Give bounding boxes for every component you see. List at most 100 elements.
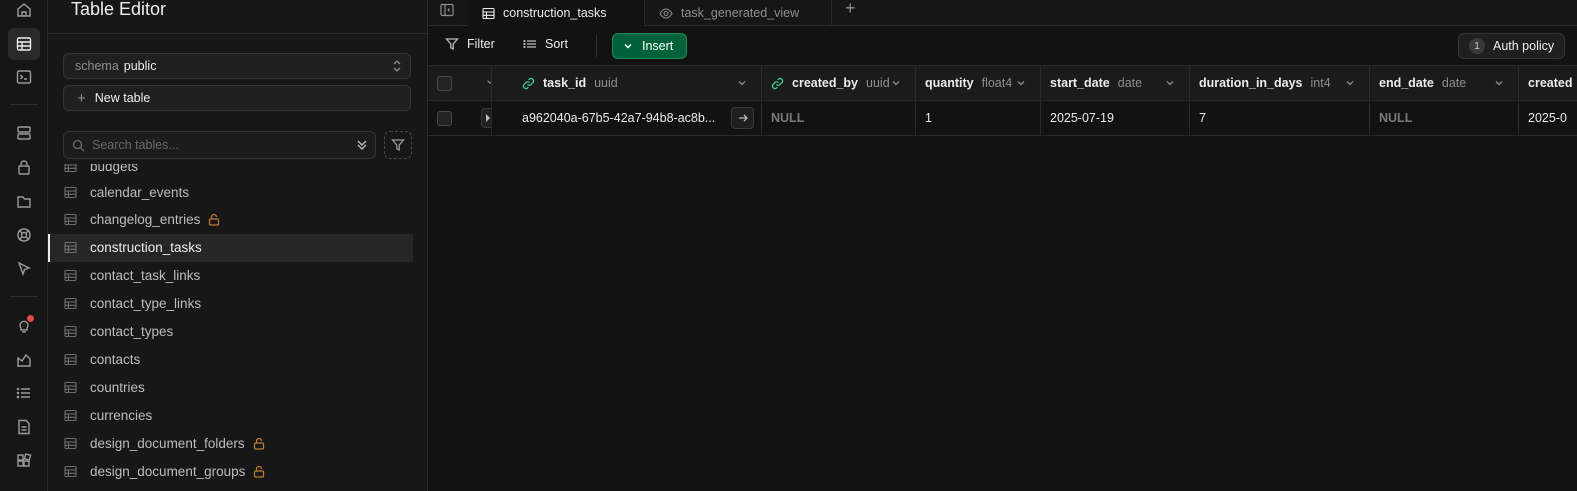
chevron-down-icon[interactable] xyxy=(737,78,747,88)
cell-end-date[interactable]: NULL xyxy=(1370,101,1519,135)
table-icon xyxy=(64,297,77,310)
sidebar-collapse-icon[interactable] xyxy=(440,0,458,20)
list-item[interactable]: contacts xyxy=(48,345,413,373)
go-to-reference-button[interactable] xyxy=(731,107,754,129)
filter-tables-button[interactable] xyxy=(384,131,412,159)
column-header-start-date[interactable]: start_date date xyxy=(1041,66,1190,100)
list-item[interactable]: calendar_events xyxy=(48,178,413,206)
home-icon[interactable] xyxy=(8,0,40,26)
column-header-quantity[interactable]: quantity float4 xyxy=(916,66,1041,100)
column-header-duration-in-days[interactable]: duration_in_days int4 xyxy=(1190,66,1370,100)
list-item[interactable]: currencies xyxy=(48,401,413,429)
chevron-down-icon[interactable] xyxy=(1165,78,1175,88)
cell-value: 1 xyxy=(925,111,932,125)
select-all-checkbox[interactable] xyxy=(437,75,452,91)
sort-button[interactable]: Sort xyxy=(523,37,568,51)
auth-lock-icon[interactable] xyxy=(8,151,40,183)
sql-editor-icon[interactable] xyxy=(8,61,40,93)
column-type: uuid xyxy=(594,76,618,90)
table-row: a962040a-67b5-42a7-94b8-ac8b... NULL 1 2025… xyxy=(428,101,1577,136)
list-item[interactable]: contact_type_links xyxy=(48,290,413,318)
main-area: construction_tasks task_generated_view +… xyxy=(428,0,1577,491)
column-header-created[interactable]: created xyxy=(1519,66,1577,100)
unlocked-padlock-icon xyxy=(253,465,265,478)
cell-value: 2025-0 xyxy=(1528,111,1567,125)
list-item[interactable]: design_document_folders xyxy=(48,429,413,457)
filter-label: Filter xyxy=(467,37,495,51)
foreign-key-link-icon xyxy=(522,77,535,90)
plus-icon: + xyxy=(77,89,86,107)
table-icon xyxy=(64,241,77,254)
table-item-label: budgets xyxy=(90,164,139,174)
list-item[interactable]: changelog_entries xyxy=(48,206,413,234)
insert-button[interactable]: Insert xyxy=(612,33,687,59)
expand-row-wrap xyxy=(481,108,491,128)
table-icon xyxy=(64,213,77,226)
table-item-label: calendar_events xyxy=(90,184,190,200)
column-header-task-id[interactable]: task_id uuid xyxy=(513,66,762,100)
chevron-down-icon[interactable] xyxy=(1345,78,1355,88)
column-header-end-date[interactable]: end_date date xyxy=(1370,66,1519,100)
insert-label: Insert xyxy=(642,39,674,53)
tab-construction-tasks[interactable]: construction_tasks xyxy=(468,0,645,26)
table-item-label: contact_type_links xyxy=(90,296,202,312)
toolbar-divider xyxy=(596,35,597,57)
auth-policy-button[interactable]: 1 Auth policy xyxy=(1458,33,1565,59)
list-item[interactable]: countries xyxy=(48,373,413,401)
list-item[interactable]: design_document_groups xyxy=(48,457,413,485)
logs-list-icon[interactable] xyxy=(8,377,40,409)
new-table-label: New table xyxy=(94,91,151,105)
rail-divider xyxy=(10,296,38,297)
new-table-button[interactable]: + New table xyxy=(63,85,411,111)
table-icon xyxy=(64,381,77,394)
sidebar-title: Table Editor xyxy=(71,0,167,19)
table-icon xyxy=(64,409,77,422)
reports-chart-icon[interactable] xyxy=(8,344,40,376)
schema-select[interactable]: schema public xyxy=(63,53,411,79)
expand-row-button[interactable] xyxy=(481,108,491,128)
column-header-created-by[interactable]: created_by uuid xyxy=(762,66,916,100)
chevron-down-icon xyxy=(623,41,633,51)
table-item-label: changelog_entries xyxy=(90,212,201,228)
cursor-icon[interactable] xyxy=(8,253,40,285)
table-editor-sidebar: Table Editor schema public + New table b… xyxy=(48,0,475,491)
cell-created-by[interactable]: NULL xyxy=(762,101,916,135)
advisor-lightbulb-icon[interactable] xyxy=(8,310,40,342)
table-icon xyxy=(64,465,77,478)
cell-created[interactable]: 2025-0 xyxy=(1519,101,1577,135)
table-item-label: contact_types xyxy=(90,324,174,339)
search-tables-input[interactable] xyxy=(92,138,342,152)
storage-icon[interactable] xyxy=(8,185,40,217)
chevron-down-icon[interactable] xyxy=(891,78,901,88)
realtime-icon[interactable] xyxy=(8,219,40,251)
list-item[interactable]: contact_types xyxy=(48,318,413,346)
chevron-down-icon[interactable] xyxy=(1494,78,1504,88)
cell-duration-in-days[interactable]: 7 xyxy=(1190,101,1370,135)
select-all-cell xyxy=(428,66,492,100)
add-tab-icon[interactable]: + xyxy=(845,0,856,19)
table-editor-icon[interactable] xyxy=(8,28,40,60)
chevron-down-icon[interactable] xyxy=(1016,78,1026,88)
sort-label: Sort xyxy=(545,37,568,51)
database-icon[interactable] xyxy=(8,117,40,149)
list-item[interactable]: contact_task_links xyxy=(48,262,413,290)
cell-value: 7 xyxy=(1199,111,1206,125)
cell-task-id[interactable]: a962040a-67b5-42a7-94b8-ac8b... xyxy=(513,101,762,135)
row-checkbox[interactable] xyxy=(437,110,452,126)
sort-list-icon xyxy=(523,37,537,51)
cell-quantity[interactable]: 1 xyxy=(916,101,1041,135)
tab-label: construction_tasks xyxy=(503,6,607,20)
chevrons-down-icon[interactable] xyxy=(355,138,369,152)
table-item-label: construction_tasks xyxy=(90,240,202,256)
list-item-active[interactable]: construction_tasks xyxy=(48,233,413,262)
tab-task-generated-view[interactable]: task_generated_view xyxy=(645,0,832,26)
unlocked-padlock-icon xyxy=(208,213,220,226)
column-name: end_date xyxy=(1379,76,1434,90)
api-docs-icon[interactable] xyxy=(8,411,40,443)
cell-start-date[interactable]: 2025-07-19 xyxy=(1041,101,1190,135)
table-item-label: contact_task_links xyxy=(90,268,201,284)
filter-button[interactable]: Filter xyxy=(445,37,495,51)
integrations-icon[interactable] xyxy=(8,445,40,477)
column-name: task_id xyxy=(543,76,587,90)
cell-value: NULL xyxy=(771,111,805,125)
